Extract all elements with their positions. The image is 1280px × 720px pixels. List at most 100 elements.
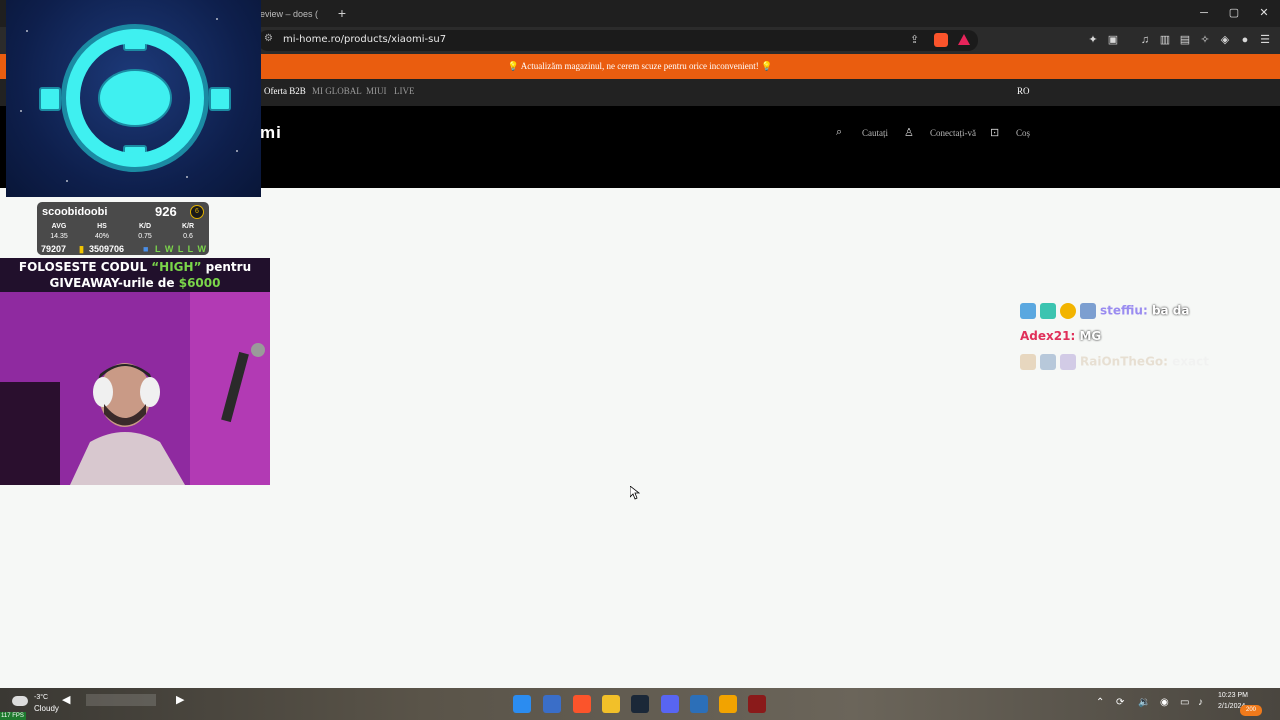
promo-amount: $6000 (178, 276, 221, 290)
flag-icon: ▮ (79, 244, 84, 254)
nav-item-mi-global[interactable]: MI GLOBAL (312, 79, 362, 104)
badge-icon (1060, 303, 1076, 319)
global-rank: 3509706 (89, 244, 125, 254)
url-text: mi-home.ro/products/xiaomi-su7 (283, 34, 447, 45)
sync-icon[interactable]: ⟳ (1116, 697, 1124, 708)
brave-rewards-icon[interactable] (958, 34, 970, 45)
crosshair-icon (39, 24, 231, 172)
stat-value-avg: 14.35 (50, 233, 68, 240)
nav-item-miui[interactable]: MIUI (366, 79, 387, 104)
vpn-icon[interactable]: ◈ (1218, 33, 1232, 47)
xiaomi-logo[interactable]: mi (260, 123, 282, 143)
media-next-icon[interactable]: ▶ (176, 693, 184, 706)
player-stats-card: scoobidoobi 926 6 AVG HS K/D K/R 14.35 4… (37, 202, 209, 255)
minimize-button[interactable]: ─ (1192, 4, 1216, 22)
task-view-icon[interactable] (543, 695, 561, 713)
leo-ai-icon[interactable]: ✧ (1198, 33, 1212, 47)
extensions-icon[interactable]: ✦ (1086, 33, 1100, 47)
level-badge: 6 (190, 205, 204, 219)
user-icon[interactable]: ♙ (904, 126, 914, 139)
badge-icon (1080, 303, 1096, 319)
stat-label-kd: K/D (138, 223, 152, 230)
nav-item-live[interactable]: LIVE (394, 79, 415, 104)
badge-icon (1060, 354, 1076, 370)
network-icon[interactable]: ◉ (1160, 697, 1169, 708)
share-icon[interactable]: ⇪ (910, 33, 919, 46)
start-icon[interactable] (513, 695, 531, 713)
file-explorer-icon[interactable] (602, 695, 620, 713)
chat-message: Adex21: MG (1020, 329, 1101, 343)
maximize-button[interactable]: ▢ (1222, 4, 1246, 22)
badge-icon (1020, 303, 1036, 319)
stat-label-hs: HS (97, 223, 107, 230)
search-link[interactable]: Cautați (862, 128, 888, 138)
chat-text: ba da (1151, 303, 1190, 318)
chat-username: RaiOnTheGo: (1080, 354, 1168, 369)
promo-banner: FOLOSESTE CODUL “HIGH” pentru GIVEAWAY-u… (0, 258, 270, 292)
profile-icon[interactable]: ● (1238, 33, 1252, 47)
cart-link[interactable]: Coș (1016, 128, 1030, 138)
media-icon[interactable]: ♫ (1138, 33, 1152, 47)
chat-text: MG (1079, 329, 1102, 343)
faceit-icon[interactable] (748, 695, 766, 713)
brave-browser-icon[interactable] (573, 695, 591, 713)
fps-counter: 117 FPS (0, 712, 26, 720)
promo-text-b: pentru (201, 260, 252, 274)
brave-shields-icon[interactable] (934, 33, 948, 47)
mouse-cursor-icon (630, 486, 640, 500)
recent-results: L W L L W (155, 244, 207, 254)
stat-value-hs: 40% (94, 233, 109, 240)
stat-value-kd: 0.75 (138, 233, 152, 240)
discord-icon[interactable] (661, 695, 679, 713)
notification-badge[interactable]: 200 (1240, 705, 1262, 716)
new-tab-button[interactable]: + (334, 4, 350, 22)
tray-chevron-icon[interactable]: ⌃ (1096, 697, 1104, 708)
media-thumbnails[interactable] (86, 694, 156, 706)
promo-text-a: FOLOSESTE CODUL (18, 260, 152, 274)
stat-label-kr: K/R (181, 223, 195, 230)
chat-message: steffiu: ba da (1020, 303, 1190, 319)
stat-label-avg: AVG (51, 223, 67, 230)
menu-icon[interactable]: ☰ (1258, 33, 1272, 47)
address-bar[interactable]: ⚙ mi-home.ro/products/xiaomi-su7 ⇪ (258, 30, 978, 51)
cart-icon[interactable]: ⊡ (990, 126, 999, 139)
steam-icon[interactable] (631, 695, 649, 713)
media-prev-icon[interactable]: ◀ (62, 693, 70, 706)
language-selector[interactable]: RO (1017, 79, 1030, 104)
chat-text: exact (1172, 354, 1209, 369)
sidebar-icon[interactable]: ▥ (1158, 33, 1172, 47)
cloud-icon (12, 696, 28, 706)
battery-icon[interactable]: ▭ (1180, 697, 1189, 708)
windows-taskbar: -3°C Cloudy ◀ ▶ ⌃ ⟳ 🔉 ◉ ▭ ♪ 10:23 PM 2/1… (0, 688, 1280, 720)
login-link[interactable]: Conectați-vă (930, 128, 976, 138)
region-icon: ■ (143, 244, 149, 254)
nav-item-b2b[interactable]: Oferta B2B (264, 79, 306, 104)
close-button[interactable]: ✕ (1252, 4, 1276, 22)
game-launcher-icon[interactable] (719, 695, 737, 713)
player-rating: 926 (155, 204, 177, 219)
chat-username: Adex21: (1020, 329, 1076, 343)
promo-code: “HIGH” (151, 260, 202, 274)
weather-description[interactable]: Cloudy (34, 704, 59, 713)
site-settings-icon[interactable]: ⚙ (264, 33, 273, 44)
speaker-icon[interactable]: ♪ (1198, 697, 1203, 708)
badge-icon (1040, 303, 1056, 319)
badge-icon (1040, 354, 1056, 370)
weather-temperature[interactable]: -3°C (34, 694, 48, 701)
clock-time[interactable]: 10:23 PM (1218, 692, 1248, 699)
wallet-icon[interactable]: ▤ (1178, 33, 1192, 47)
notepad-icon[interactable] (690, 695, 708, 713)
chat-message: RaiOnTheGo: exact (1020, 354, 1209, 370)
country-rank: 79207 (41, 244, 67, 254)
chat-username: steffiu: (1100, 303, 1148, 318)
player-name: scoobidoobi (42, 206, 108, 218)
volume-icon[interactable]: 🔉 (1138, 697, 1150, 708)
search-icon[interactable]: ⌕ (836, 126, 842, 139)
stat-value-kr: 0.6 (183, 233, 193, 240)
webcam-image (0, 292, 270, 485)
streamer-webcam (0, 292, 270, 485)
game-logo-panel (6, 0, 261, 197)
browser-tab[interactable]: J review – does ( (250, 3, 330, 25)
promo-text-c: GIVEAWAY-urile de (49, 276, 179, 290)
screenshot-icon[interactable]: ▣ (1106, 33, 1120, 47)
